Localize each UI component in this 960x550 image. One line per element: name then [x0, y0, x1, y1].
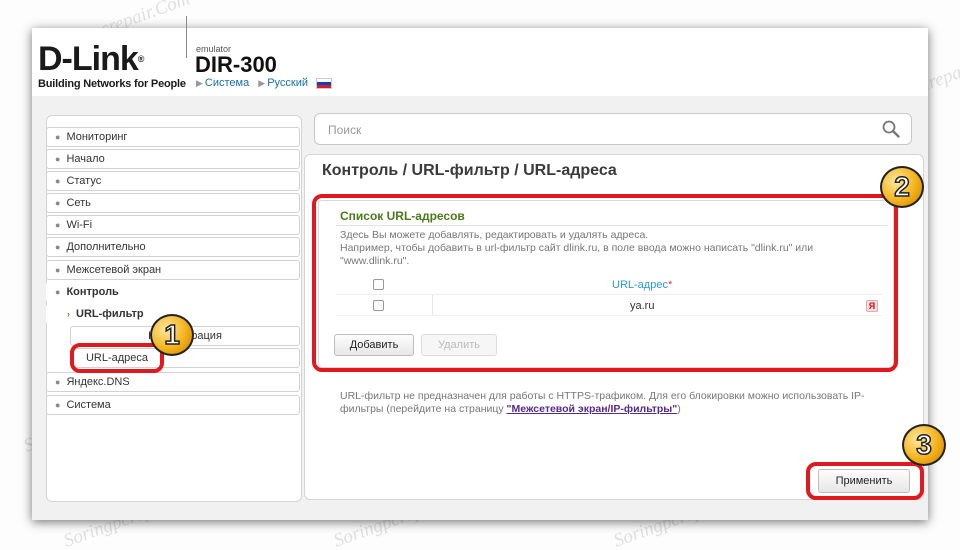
search-icon[interactable]	[881, 119, 901, 139]
header-divider	[186, 16, 187, 58]
nav-bullet-icon: ●	[55, 132, 61, 142]
system-link[interactable]: Система	[205, 77, 249, 89]
nav-bullet-icon: ●	[55, 176, 61, 186]
nav-monitoring[interactable]: ● Мониторинг	[46, 127, 300, 147]
dlink-logo: D-Link® Building Networks for People	[38, 40, 186, 90]
russian-flag-icon[interactable]	[316, 77, 333, 89]
highlight-apply	[806, 462, 924, 500]
nav-bullet-icon: ●	[55, 242, 61, 252]
nav-bullet-icon: ●	[55, 198, 61, 208]
nav-wifi[interactable]: ● Wi-Fi	[46, 215, 300, 235]
nav-firewall[interactable]: ● Межсетевой экран	[46, 260, 300, 280]
highlight-url-list	[312, 194, 898, 372]
arrow-icon: ▶	[196, 78, 203, 88]
nav-bullet-icon: ●	[55, 220, 61, 230]
nav-bullet-icon: ●	[55, 377, 61, 387]
step-badge-1: 1	[150, 314, 194, 356]
nav-bullet-icon: ●	[55, 154, 61, 164]
arrow-icon: ▶	[258, 78, 266, 88]
search-input[interactable]: Поиск	[314, 113, 912, 145]
highlight-url-addresses	[70, 343, 164, 373]
language-link[interactable]: Русский	[267, 77, 308, 89]
nav-bullet-icon: ●	[55, 400, 61, 410]
ip-filters-link[interactable]: "Межсетевой экран/IP-фильтры"	[507, 403, 678, 415]
page-title: Контроль / URL-фильтр / URL-адреса	[322, 162, 617, 179]
nav-network[interactable]: ● Сеть	[46, 193, 300, 213]
nav-bullet-icon: ●	[55, 265, 61, 275]
chevron-right-icon: ›	[67, 309, 70, 319]
https-note: URL-фильтр не предназначен для работы с …	[340, 390, 865, 415]
nav-yandex-dns[interactable]: ● Яндекс.DNS	[46, 372, 300, 392]
header-links: ▶ Система ▶ Русский	[196, 77, 333, 89]
nav-status[interactable]: ● Статус	[46, 171, 300, 191]
nav-system[interactable]: ● Система	[46, 395, 300, 415]
step-badge-3: 3	[902, 424, 946, 466]
nav-start[interactable]: ● Начало	[46, 149, 300, 169]
nav-expanded-icon: ●	[55, 287, 61, 297]
nav-advanced[interactable]: ● Дополнительно	[46, 237, 300, 257]
nav-control[interactable]: ● Контроль	[46, 282, 300, 302]
step-badge-2: 2	[880, 166, 924, 208]
model-name: DIR-300	[195, 52, 277, 77]
